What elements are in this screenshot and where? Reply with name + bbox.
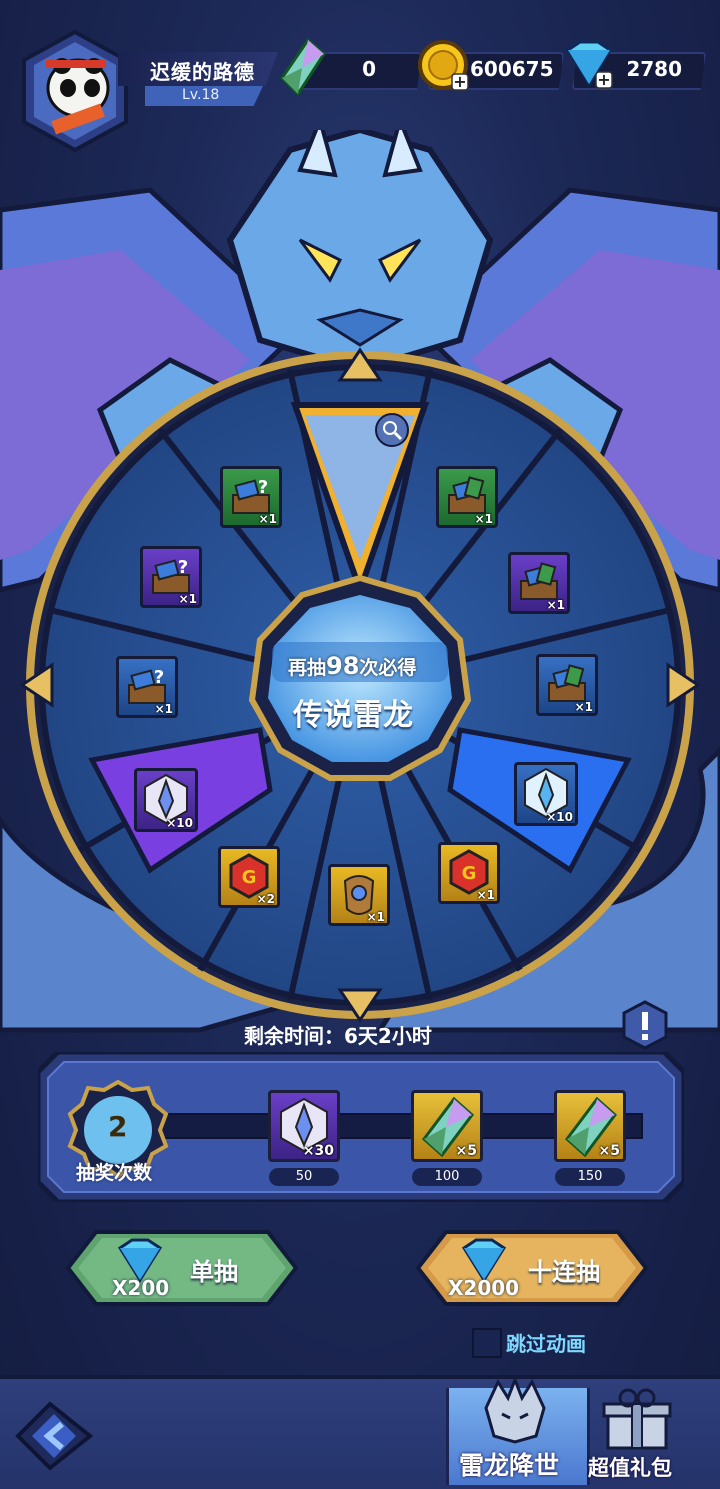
reward-qty: ×30 bbox=[302, 1143, 334, 1159]
dragon-head-icon bbox=[484, 1378, 546, 1444]
item-qty: ×1 bbox=[154, 702, 173, 716]
event-timer: 剩余时间：6天2小时 bbox=[244, 1024, 432, 1048]
draw-count-label: 抽奖次数 bbox=[76, 1162, 153, 1184]
single-draw-button[interactable]: 单抽 X200 bbox=[66, 1230, 298, 1306]
single-draw-label: 单抽 bbox=[190, 1258, 238, 1286]
diamond-value: 2780 bbox=[626, 57, 682, 81]
wheel-item: ×1 bbox=[508, 552, 570, 614]
ten-draw-cost: X2000 bbox=[448, 1276, 520, 1300]
milestone-reward[interactable]: ×30 bbox=[268, 1090, 340, 1162]
wheel-item: ? ×1 bbox=[140, 546, 202, 608]
milestone-threshold: 50 bbox=[269, 1168, 339, 1186]
gift-box-icon[interactable] bbox=[598, 1386, 676, 1452]
svg-text:?: ? bbox=[154, 667, 164, 688]
info-icon[interactable] bbox=[622, 1000, 668, 1050]
gold-coin-icon[interactable]: + bbox=[416, 38, 470, 92]
back-arrow-icon[interactable] bbox=[10, 1396, 100, 1476]
pity-counter-text: 再抽98次必得 bbox=[288, 652, 417, 680]
skip-animation-label[interactable]: 跳过动画 bbox=[506, 1328, 586, 1357]
gold-value: 600675 bbox=[470, 57, 554, 81]
ten-draw-label: 十连抽 bbox=[528, 1258, 600, 1286]
player-level: Lv.18 bbox=[182, 87, 220, 103]
milestone-threshold: 150 bbox=[555, 1168, 625, 1186]
wheel-item: ? ×1 bbox=[116, 656, 178, 718]
item-qty: ×1 bbox=[574, 700, 593, 714]
wheel-item: ×10 bbox=[134, 768, 198, 832]
milestone-threshold: 100 bbox=[412, 1168, 482, 1186]
item-qty: ×1 bbox=[546, 598, 565, 612]
svg-text:G: G bbox=[242, 867, 257, 888]
svg-text:+: + bbox=[453, 72, 466, 91]
wheel-item: ? ×1 bbox=[220, 466, 282, 528]
milestone-reward[interactable]: ×5 bbox=[554, 1090, 626, 1162]
wheel-item: G ×1 bbox=[438, 842, 500, 904]
wheel-item: ×1 bbox=[328, 864, 390, 926]
svg-text:?: ? bbox=[258, 477, 268, 498]
item-qty: ×1 bbox=[474, 512, 493, 526]
draw-count-value: 2 bbox=[108, 1110, 128, 1143]
single-draw-cost: X200 bbox=[112, 1276, 170, 1300]
item-qty: ×1 bbox=[258, 512, 277, 526]
skip-animation-checkbox[interactable] bbox=[472, 1328, 502, 1358]
crystal-shard-icon bbox=[280, 38, 326, 96]
item-qty: ×2 bbox=[256, 892, 275, 906]
wheel-item: ×1 bbox=[536, 654, 598, 716]
reward-qty: ×5 bbox=[455, 1143, 477, 1159]
magnify-button[interactable] bbox=[376, 420, 410, 454]
item-qty: ×10 bbox=[546, 810, 573, 824]
svg-text:G: G bbox=[462, 863, 477, 884]
item-qty: ×10 bbox=[166, 816, 193, 830]
item-qty: ×1 bbox=[366, 910, 385, 924]
diamond-icon[interactable]: + bbox=[560, 40, 618, 90]
wheel-item: G ×2 bbox=[218, 846, 280, 908]
legendary-reward-title: 传说雷龙 bbox=[293, 698, 413, 733]
item-qty: ×1 bbox=[476, 888, 495, 902]
wheel-item: ×10 bbox=[514, 762, 578, 826]
reward-qty: ×5 bbox=[598, 1143, 620, 1159]
pity-number: 98 bbox=[326, 652, 360, 680]
milestone-reward[interactable]: ×5 bbox=[411, 1090, 483, 1162]
player-name: 迟缓的路德 bbox=[150, 60, 255, 84]
tab-thunder-dragon-label[interactable]: 雷龙降世 bbox=[459, 1446, 559, 1482]
svg-text:?: ? bbox=[178, 557, 188, 578]
tab-value-pack-label[interactable]: 超值礼包 bbox=[588, 1452, 672, 1482]
single-draw-button-bg bbox=[66, 1230, 298, 1306]
shard-value: 0 bbox=[362, 57, 376, 81]
ten-draw-button[interactable]: 十连抽 X2000 bbox=[416, 1230, 648, 1306]
wheel-item: ×1 bbox=[436, 466, 498, 528]
item-qty: ×1 bbox=[178, 592, 197, 606]
svg-text:+: + bbox=[597, 70, 610, 89]
